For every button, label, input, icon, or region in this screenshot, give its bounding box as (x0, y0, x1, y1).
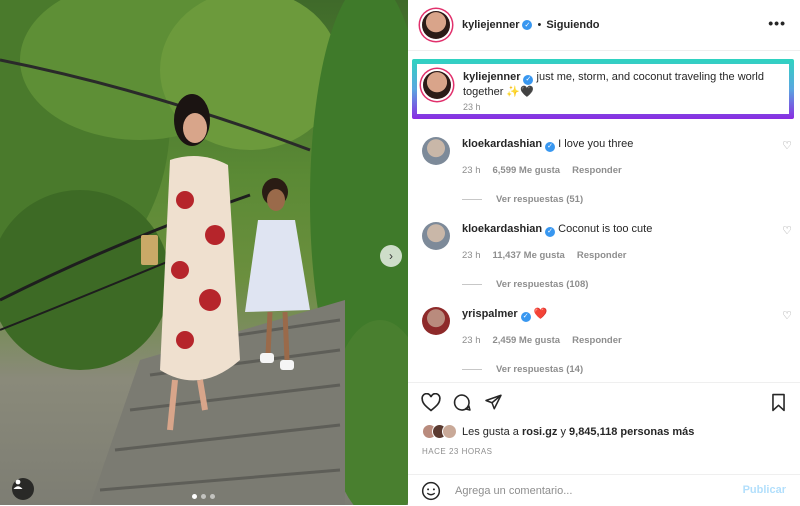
person-tag-icon[interactable] (12, 478, 34, 500)
replies-divider (462, 284, 482, 285)
avatar[interactable] (422, 307, 450, 335)
comment-like-heart-icon[interactable]: ♡ (782, 309, 792, 322)
comment-item: kloekardashian ✓ Coconut is too cute 23 h… (422, 222, 792, 290)
comment-likes[interactable]: 2,459 Me gusta (493, 334, 561, 348)
publish-button[interactable]: Publicar (743, 484, 786, 496)
likes-summary[interactable]: Les gusta a rosi.gz y 9,845,118 personas… (422, 424, 694, 439)
avatar[interactable] (422, 11, 450, 39)
likes-user[interactable]: rosi.gz (522, 426, 557, 438)
more-options-icon[interactable]: ••• (768, 15, 786, 31)
heart-icon[interactable] (421, 392, 441, 417)
comment-item: kloekardashian ✓ I love you three 23 h 6,… (422, 137, 792, 205)
verified-badge-icon: ✓ (523, 74, 534, 85)
carousel-dots (192, 494, 215, 499)
verified-badge-icon: ✓ (522, 20, 533, 30)
view-replies-button[interactable]: Ver respuestas (14) (462, 364, 792, 375)
carousel-dot (201, 494, 206, 499)
separator-dot: • (537, 19, 542, 31)
post-sidebar: kyliejenner ✓ • Siguiendo ••• kyliejenne… (408, 0, 800, 505)
avatar[interactable] (422, 137, 450, 165)
comment-text: Coconut is too cute (558, 223, 653, 235)
comment-username[interactable]: yrispalmer (462, 308, 518, 320)
post-header: kyliejenner ✓ • Siguiendo ••• (408, 0, 800, 51)
comment-like-heart-icon[interactable]: ♡ (782, 224, 792, 237)
paper-plane-icon[interactable] (484, 393, 503, 416)
view-replies-button[interactable]: Ver respuestas (51) (462, 194, 792, 205)
comment-username[interactable]: kloekardashian (462, 138, 542, 150)
replies-divider (462, 369, 482, 370)
view-replies-label: Ver respuestas (14) (496, 364, 584, 375)
likes-conj: y (560, 425, 566, 438)
comment-time: 23 h (462, 250, 481, 261)
caption-text-row: kyliejenner ✓ just me, storm, and coconut… (463, 70, 783, 100)
comment-text: I love you three (558, 138, 634, 150)
comment-time: 23 h (462, 335, 481, 346)
verified-badge-icon: ✓ (520, 312, 531, 322)
view-replies-label: Ver respuestas (51) (496, 194, 584, 205)
caption-time: 23 h (463, 102, 481, 112)
comment-input[interactable] (453, 483, 717, 498)
comment-like-heart-icon[interactable]: ♡ (782, 139, 792, 152)
following-button[interactable]: Siguiendo (546, 19, 599, 31)
verified-badge-icon: ✓ (545, 142, 556, 152)
post-photo[interactable]: › (0, 0, 408, 505)
comment-username[interactable]: kloekardashian (462, 223, 542, 235)
bookmark-icon[interactable] (770, 393, 787, 417)
post-time-ago: HACE 23 HORAS (422, 447, 493, 456)
avatar[interactable] (423, 71, 451, 99)
likes-prefix: Les gusta a (462, 425, 519, 438)
replies-divider (462, 199, 482, 200)
liker-avatar (442, 424, 457, 439)
header-username[interactable]: kyliejenner (462, 19, 519, 31)
carousel-dot (210, 494, 215, 499)
reply-button[interactable]: Responder (577, 249, 627, 263)
comment-icon[interactable] (452, 393, 472, 417)
view-replies-button[interactable]: Ver respuestas (108) (462, 279, 792, 290)
comments-list[interactable]: kyliejenner ✓ just me, storm, and coconut… (408, 51, 800, 381)
comment-time: 23 h (462, 165, 481, 176)
verified-badge-icon: ✓ (545, 227, 556, 237)
add-comment-bar: Publicar (408, 474, 800, 506)
comment-text: ❤️ (533, 308, 548, 320)
reply-button[interactable]: Responder (572, 164, 622, 178)
comment-likes[interactable]: 6,599 Me gusta (493, 164, 561, 178)
carousel-dot (192, 494, 197, 499)
emoji-icon[interactable] (421, 481, 441, 501)
post-actions-bar (408, 382, 800, 421)
photo-illustration (0, 0, 408, 505)
caption-highlight-box: kyliejenner ✓ just me, storm, and coconut… (412, 59, 794, 119)
reply-button[interactable]: Responder (572, 334, 622, 348)
likes-count[interactable]: 9,845,118 personas más (569, 426, 694, 438)
chevron-right-icon[interactable]: › (380, 245, 402, 267)
caption-username[interactable]: kyliejenner (463, 71, 520, 83)
comment-item: yrispalmer ✓ ❤️ 23 h 2,459 Me gusta Respo… (422, 307, 792, 375)
comment-likes[interactable]: 11,437 Me gusta (493, 249, 565, 263)
view-replies-label: Ver respuestas (108) (496, 279, 589, 290)
avatar[interactable] (422, 222, 450, 250)
